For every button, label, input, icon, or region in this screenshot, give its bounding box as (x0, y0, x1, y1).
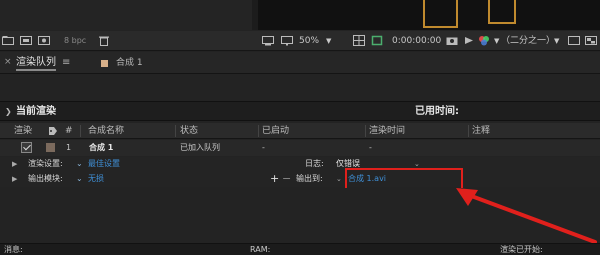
render-checkbox[interactable] (21, 142, 32, 153)
column-comment[interactable]: 注释 (472, 125, 490, 137)
show-snapshot-icon[interactable] (463, 35, 475, 46)
composition-color-swatch (101, 60, 108, 67)
safe-margin-guide (423, 0, 458, 28)
viewer-canvas[interactable] (258, 0, 600, 30)
timecode-display[interactable]: 0:00:00:00 (392, 34, 441, 48)
zoom-chevron-icon[interactable]: ▼ (326, 34, 331, 48)
log-label: 日志: (305, 159, 324, 168)
trash-icon[interactable] (98, 35, 110, 46)
queue-comp-name: 合成 1 (89, 143, 114, 152)
tab-close-icon[interactable]: × (4, 57, 12, 67)
bit-depth-label[interactable]: 8 bpc (64, 34, 86, 48)
column-divider (80, 125, 81, 137)
column-divider (468, 125, 469, 137)
target-region-icon[interactable] (568, 35, 580, 46)
queue-header: 渲染 # 合成名称 状态 已启动 渲染时间 注释 (0, 123, 600, 139)
composition-viewer (0, 0, 600, 30)
snapshot-camera-icon[interactable] (446, 35, 458, 46)
output-module-link[interactable]: 无损 (88, 173, 104, 185)
column-divider (365, 125, 366, 137)
channels-chevron-icon[interactable]: ▼ (494, 34, 499, 48)
transparency-grid-icon[interactable] (585, 35, 597, 46)
render-settings-link[interactable]: 最佳设置 (88, 158, 120, 170)
tab-render-queue[interactable]: 渲染队列 (16, 55, 56, 71)
table-row[interactable]: 1 合成 1 已加入队列 - - (0, 140, 600, 156)
queue-render-time: - (369, 143, 372, 152)
render-icon[interactable] (38, 35, 50, 46)
render-started-label: 渲染已开始: (500, 245, 543, 254)
current-render-label: 当前渲染 (16, 106, 56, 117)
output-to-chevron-icon[interactable]: ⌄ (336, 173, 342, 185)
column-number[interactable]: # (65, 125, 73, 137)
expand-triangle-icon[interactable]: ▶ (12, 175, 17, 183)
toolbar: 8 bpc 50% ▼ 0:00:00:00 ▼ （二分之一） ▼ (0, 31, 600, 51)
column-status[interactable]: 状态 (180, 125, 198, 137)
output-module-label: 输出模块: (28, 174, 63, 183)
expand-triangle-icon[interactable]: ▶ (12, 160, 17, 168)
output-to-label: 输出到: (296, 174, 323, 183)
label-color-swatch[interactable] (46, 143, 55, 152)
remove-output-module-button[interactable]: − (282, 172, 291, 186)
status-bar: 消息: RAM: 渲染已开始: (0, 243, 600, 255)
current-render-bar: ❯ 当前渲染 已用时间: (0, 101, 600, 121)
grid-icon[interactable] (353, 35, 365, 46)
panel-tabs: × 渲染队列 ≡ 合成 1 (0, 52, 600, 74)
left-panel (0, 0, 252, 30)
queue-status: 已加入队列 (180, 143, 220, 152)
add-output-module-button[interactable]: + (270, 172, 279, 186)
always-preview-icon[interactable] (262, 35, 274, 46)
output-module-chevron-icon[interactable]: ⌄ (76, 173, 83, 185)
zoom-dropdown[interactable]: 50% (299, 34, 319, 48)
queue-number: 1 (66, 143, 72, 152)
queue-empty-area (0, 188, 600, 243)
column-render[interactable]: 渲染 (14, 125, 32, 137)
title-safe-guide (488, 0, 516, 24)
render-queue-blank-area (0, 75, 600, 100)
render-settings-row: ▶ 渲染设置: ⌄ 最佳设置 日志: 仅错误 ⌄ (0, 157, 600, 172)
queue-started: - (262, 143, 265, 152)
column-render-time[interactable]: 渲染时间 (369, 125, 405, 137)
folder-icon[interactable] (2, 35, 14, 46)
label-tag-icon[interactable] (48, 126, 58, 136)
message-label: 消息: (4, 245, 23, 254)
column-divider (175, 125, 176, 137)
resolution-dropdown[interactable]: （二分之一） (501, 34, 555, 48)
ram-label: RAM: (250, 245, 271, 254)
expand-arrow-icon[interactable]: ❯ (5, 107, 12, 116)
resolution-chevron-icon[interactable]: ▼ (554, 34, 559, 48)
column-started[interactable]: 已启动 (262, 125, 289, 137)
new-composition-icon[interactable] (20, 35, 32, 46)
tab-composition[interactable]: 合成 1 (116, 55, 143, 71)
color-channels-icon[interactable] (478, 35, 490, 46)
monitor-icon[interactable] (281, 35, 293, 46)
column-comp-name[interactable]: 合成名称 (88, 125, 124, 137)
render-settings-chevron-icon[interactable]: ⌄ (76, 158, 83, 170)
region-of-interest-icon[interactable] (371, 35, 383, 46)
output-module-row: ▶ 输出模块: ⌄ 无损 + − 输出到: ⌄ 合成 1.avi (0, 172, 600, 187)
elapsed-time-label: 已用时间: (415, 106, 459, 117)
column-divider (258, 125, 259, 137)
tab-menu-icon[interactable]: ≡ (62, 55, 70, 71)
render-settings-label: 渲染设置: (28, 159, 63, 168)
